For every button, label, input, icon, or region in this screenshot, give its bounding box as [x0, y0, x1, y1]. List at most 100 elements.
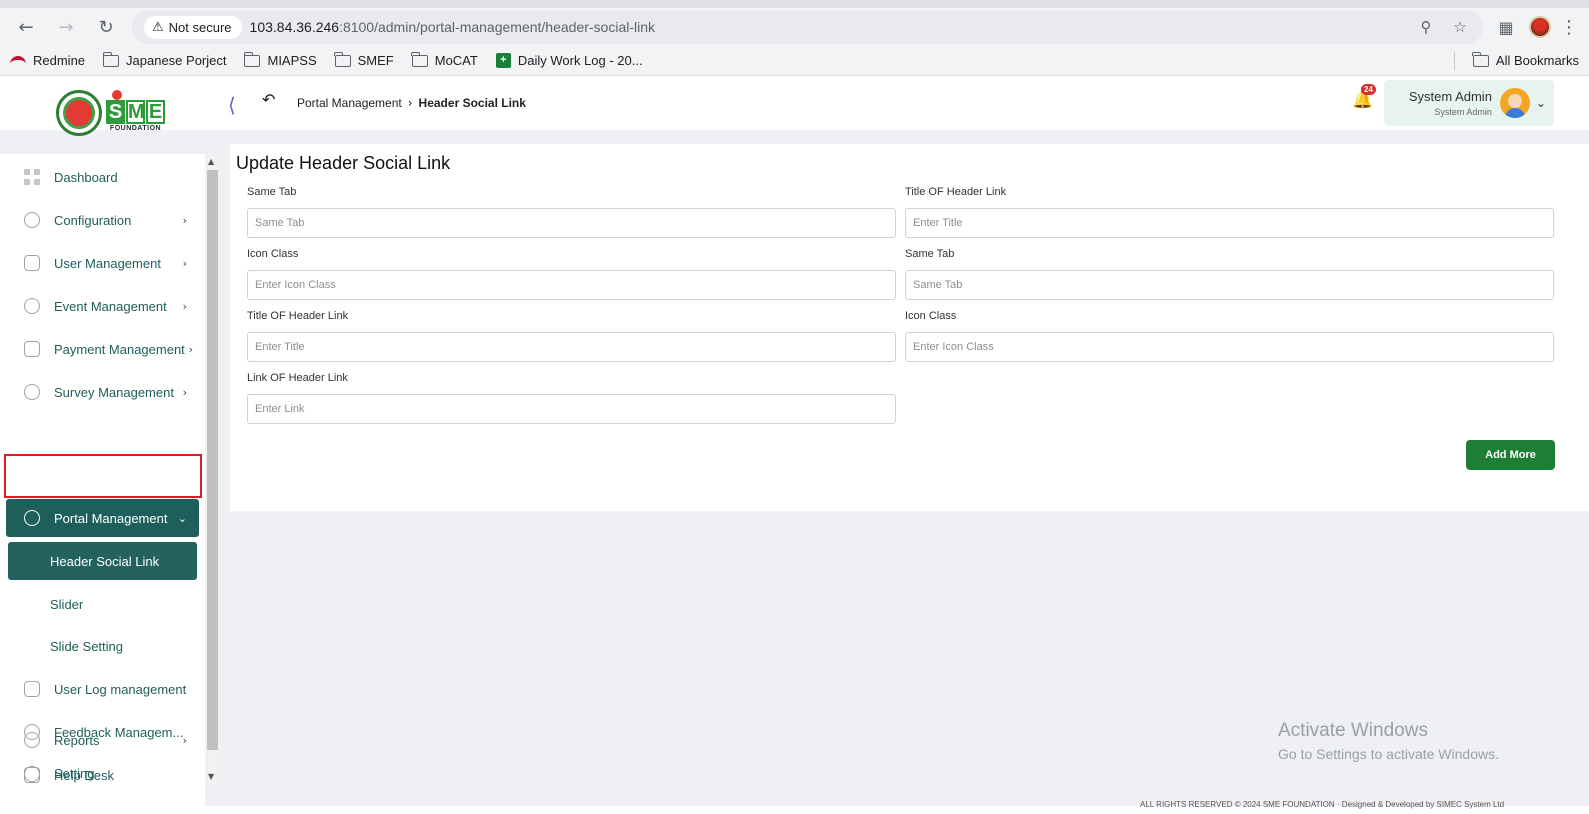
bookmark-label: Japanese Porject — [126, 53, 227, 68]
breadcrumb-parent[interactable]: Portal Management — [297, 96, 402, 110]
icon-class-input[interactable] — [905, 332, 1554, 362]
sidebar-subitem-slider[interactable]: Slider — [6, 585, 199, 623]
sidebar-item-dashboard[interactable]: Dashboard — [6, 158, 199, 196]
bookmark-mocat[interactable]: MoCAT — [411, 51, 478, 68]
menu-kebab-icon[interactable]: ⋮ — [1559, 12, 1579, 42]
chevron-right-icon: › — [182, 213, 187, 227]
footer-text: ALL RIGHTS RESERVED © 2024 SME FOUNDATIO… — [1140, 800, 1505, 809]
field-label: Icon Class — [247, 248, 299, 260]
notifications-button[interactable]: 🔔 24 — [1352, 84, 1376, 112]
url-text[interactable]: 103.84.36.246:8100/admin/portal-manageme… — [250, 19, 1405, 35]
reload-icon[interactable]: ↻ — [90, 11, 122, 43]
field-label: Same Tab — [905, 248, 955, 260]
browser-toolbar: ← → ↻ ⚠ Not secure 103.84.36.246:8100/ad… — [0, 0, 1589, 46]
pie-chart-icon — [24, 384, 40, 400]
chevron-right-icon: › — [407, 96, 413, 110]
shield-icon — [24, 255, 40, 271]
bookmarks-bar: Redmine Japanese Porject MIAPSS SMEF MoC… — [0, 46, 1589, 76]
sidebar-item-user-management[interactable]: User Management › — [6, 244, 199, 282]
field-icon-class-2: Icon Class — [905, 310, 1554, 362]
bookmark-label: MoCAT — [434, 53, 478, 68]
sidebar-collapse-icon[interactable]: ⟨ — [228, 93, 236, 117]
url-path: :8100/admin/portal-management/header-soc… — [339, 19, 656, 35]
bookmark-japanese-project[interactable]: Japanese Porject — [102, 51, 227, 68]
sidebar-subitem-label: Slide Setting — [50, 638, 123, 654]
field-same-tab-1: Same Tab — [247, 186, 896, 238]
logo-caption: FOUNDATION — [109, 125, 162, 132]
chevron-right-icon: › — [182, 256, 187, 270]
sidebar-item-configuration[interactable]: Configuration › — [6, 201, 199, 239]
back-arrow-icon[interactable]: ← — [10, 11, 42, 43]
address-bar[interactable]: ⚠ Not secure 103.84.36.246:8100/admin/po… — [132, 10, 1483, 44]
field-link: Link OF Header Link — [247, 372, 896, 424]
bookmark-label: All Bookmarks — [1495, 53, 1579, 68]
notification-badge: 24 — [1361, 84, 1376, 95]
user-menu[interactable]: System Admin System Admin ⌄ — [1384, 80, 1554, 126]
sidebar-item-survey-management[interactable]: Survey Management › — [6, 373, 199, 411]
sidebar-subitem-header-social-link[interactable]: Header Social Link — [8, 542, 197, 580]
title-input[interactable] — [905, 208, 1554, 238]
forward-arrow-icon[interactable]: → — [50, 11, 82, 43]
sidebar-item-label: User Management — [54, 255, 161, 271]
sidebar-subitem-slide-setting[interactable]: Slide Setting — [6, 627, 199, 665]
field-label: Title OF Header Link — [905, 186, 1007, 198]
field-same-tab-2: Same Tab — [905, 248, 1554, 300]
windows-activation-watermark: Activate Windows Go to Settings to activ… — [1278, 720, 1499, 762]
zoom-icon[interactable]: ⚲ — [1413, 14, 1439, 40]
bookmark-miapss[interactable]: MIAPSS — [243, 51, 317, 68]
same-tab-input[interactable] — [905, 270, 1554, 300]
bookmark-label: Daily Work Log - 20... — [517, 53, 643, 68]
title-input[interactable] — [247, 332, 896, 362]
chevron-right-icon: › — [182, 733, 187, 747]
back-icon[interactable]: ↶ — [262, 90, 275, 109]
logo[interactable]: S M E FOUNDATION — [56, 90, 165, 136]
chevron-right-icon: › — [182, 299, 187, 313]
sidebar-item-setting[interactable]: Setting — [6, 766, 199, 786]
extensions-icon[interactable]: ▦ — [1491, 12, 1521, 42]
chevron-down-icon: ⌄ — [177, 511, 187, 525]
scroll-thumb[interactable] — [207, 170, 218, 750]
field-label: Same Tab — [247, 186, 297, 198]
config-icon — [24, 212, 40, 228]
security-chip[interactable]: ⚠ Not secure — [144, 15, 242, 39]
icon-class-input[interactable] — [247, 270, 896, 300]
bookmark-smef[interactable]: SMEF — [334, 51, 394, 68]
scroll-down-icon[interactable]: ▼ — [208, 772, 214, 781]
bookmark-separator — [1453, 51, 1455, 70]
user-role: System Admin — [1434, 107, 1492, 117]
chevron-right-icon: › — [188, 342, 193, 356]
sidebar-item-reports[interactable]: Reports › — [6, 721, 199, 759]
form-card: Update Header Social Link Same Tab Title… — [230, 144, 1589, 511]
sidebar-item-user-log-management[interactable]: User Log management — [6, 670, 199, 708]
sidebar-item-label: Survey Management — [54, 384, 174, 400]
link-input[interactable] — [247, 394, 896, 424]
scroll-up-icon[interactable]: ▲ — [208, 157, 214, 166]
all-bookmarks[interactable]: All Bookmarks — [1472, 51, 1579, 68]
field-label: Title OF Header Link — [247, 310, 349, 322]
folder-icon — [1472, 51, 1489, 67]
bookmark-label: SMEF — [357, 53, 394, 68]
profile-avatar[interactable] — [1529, 16, 1551, 38]
bookmark-daily-work-log[interactable]: + Daily Work Log - 20... — [495, 53, 643, 68]
sidebar-item-payment-management[interactable]: Payment Management › — [6, 330, 199, 368]
sidebar-item-label: Portal Management — [54, 510, 168, 526]
bookmark-redmine[interactable]: Redmine — [10, 53, 85, 68]
watermark-title: Activate Windows — [1278, 720, 1428, 741]
sidebar-item-label: Dashboard — [54, 169, 118, 185]
add-more-button[interactable]: Add More — [1466, 440, 1555, 470]
sidebar-item-portal-management[interactable]: Portal Management ⌄ — [6, 499, 199, 537]
user-name: System Admin — [1408, 89, 1492, 104]
sidebar-scrollbar[interactable]: ▲ ▼ — [205, 154, 220, 784]
log-icon — [24, 681, 40, 697]
folder-icon — [243, 51, 261, 67]
field-label: Icon Class — [905, 310, 957, 322]
bookmark-star-icon[interactable]: ☆ — [1447, 14, 1473, 40]
sidebar-item-event-management[interactable]: Event Management › — [6, 287, 199, 325]
sidebar-item-label: Configuration — [54, 212, 132, 228]
selection-highlight — [4, 454, 202, 498]
gear-icon — [24, 766, 40, 782]
watermark-subtitle: Go to Settings to activate Windows. — [1278, 746, 1499, 762]
sidebar-subitem-label: Header Social Link — [50, 553, 160, 569]
same-tab-input[interactable] — [247, 208, 896, 238]
warning-icon: ⚠ — [152, 19, 164, 35]
